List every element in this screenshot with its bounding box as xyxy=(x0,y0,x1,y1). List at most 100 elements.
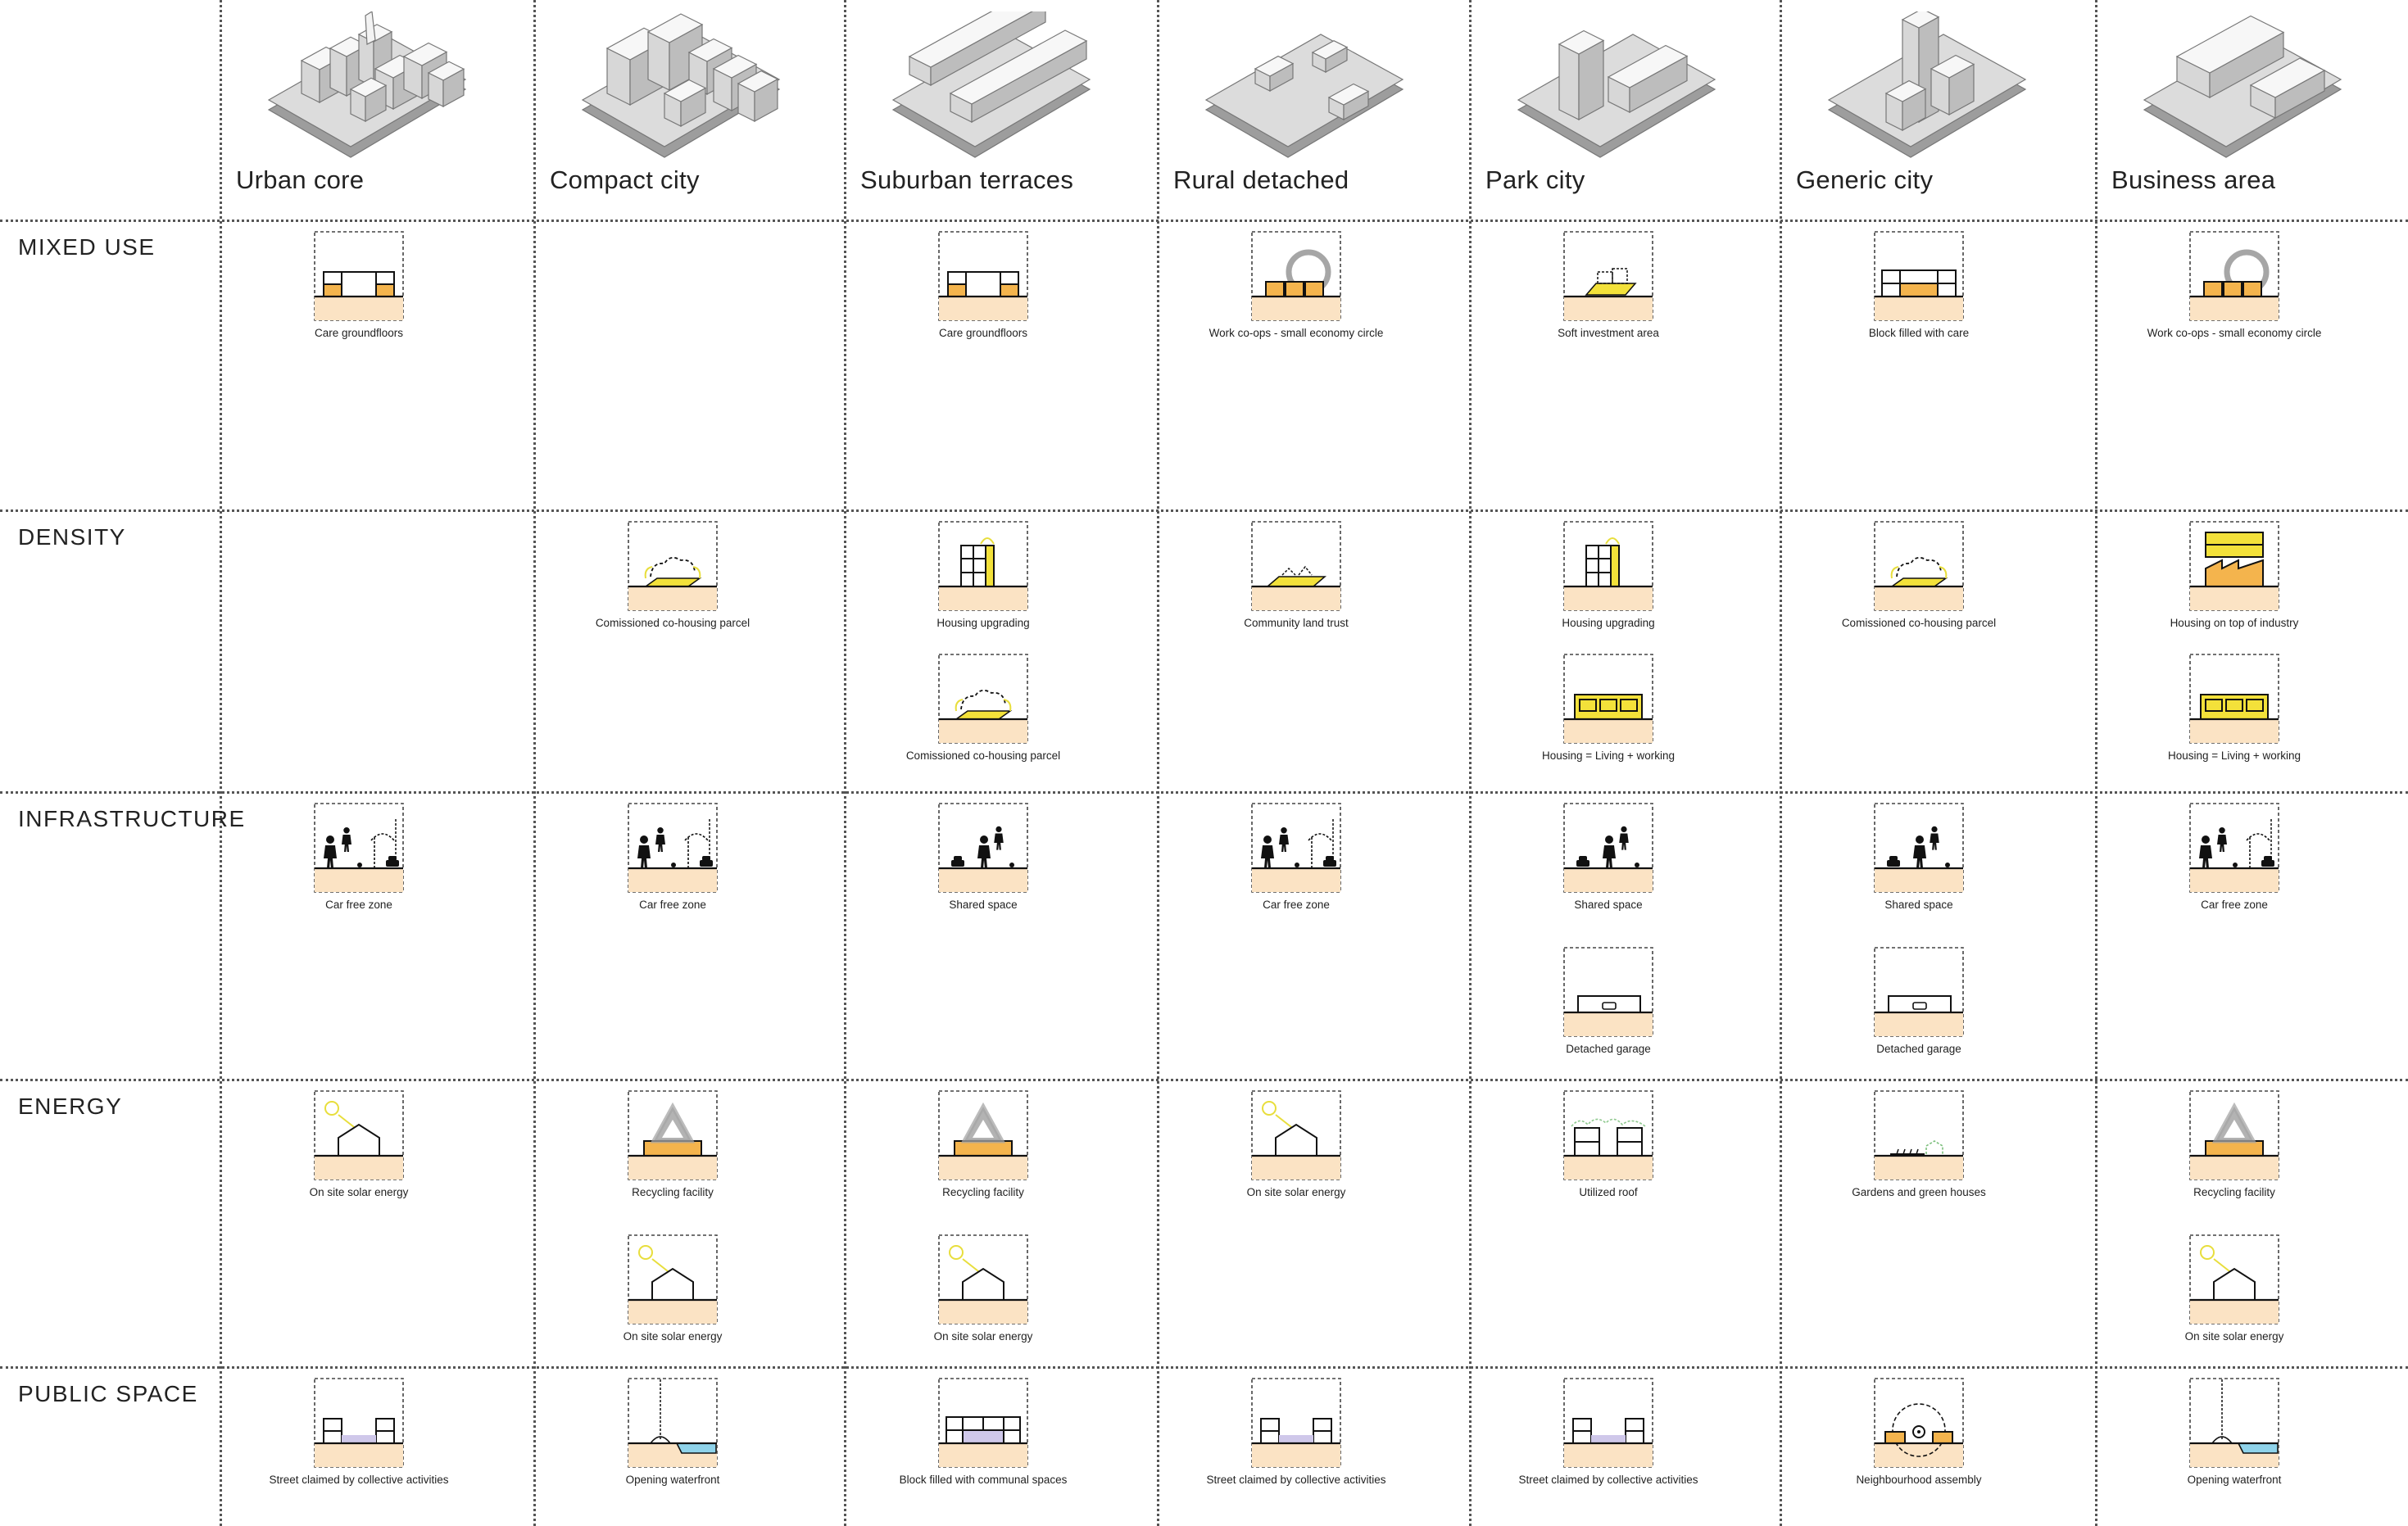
strategy-label: On site solar energy xyxy=(933,1330,1033,1343)
row-label-density: DENSITY xyxy=(18,524,126,550)
strategy-label: Detached garage xyxy=(1876,1043,1961,1055)
work-coops-icon xyxy=(2189,231,2279,321)
car-free-zone-icon xyxy=(314,803,404,893)
column-header-suburban-terraces: Suburban terraces xyxy=(844,0,1155,215)
strategy-cell-block-communal: Block filled with communal spaces xyxy=(885,1378,1082,1487)
column-title: Business area xyxy=(2111,165,2276,194)
strategy-cell-solar-energy: On site solar energy xyxy=(574,1234,771,1343)
strategy-cell-utilized-roof: Utilized roof xyxy=(1510,1090,1707,1199)
row-label-public-space: PUBLIC SPACE xyxy=(18,1381,198,1406)
soft-investment-icon xyxy=(1563,231,1653,321)
business-area-model-icon xyxy=(2143,15,2342,158)
strategy-cell-solar-energy: On site solar energy xyxy=(2136,1234,2333,1343)
waterfront-icon xyxy=(628,1378,718,1468)
strategy-cell-work-coops: Work co-ops - small economy circle xyxy=(1198,231,1394,340)
strategy-label: Detached garage xyxy=(1566,1043,1651,1055)
living-working-icon xyxy=(1563,654,1653,744)
column-divider xyxy=(533,0,536,1526)
column-divider xyxy=(220,0,222,1526)
strategy-cell-waterfront: Opening waterfront xyxy=(2136,1378,2333,1487)
street-claimed-icon xyxy=(314,1378,404,1468)
strategy-label: Comissioned co-housing parcel xyxy=(1841,617,1997,629)
strategy-cell-housing-upgrading: Housing upgrading xyxy=(885,521,1082,630)
generic-city-model-icon xyxy=(1827,11,2027,158)
row-label-energy: ENERGY xyxy=(18,1094,123,1119)
solar-energy-icon xyxy=(2189,1234,2279,1324)
rural-detached-model-icon xyxy=(1204,34,1404,158)
recycling-icon xyxy=(938,1090,1028,1180)
strategy-label: Housing = Living + working xyxy=(2167,749,2301,762)
detached-garage-icon xyxy=(1874,947,1964,1037)
strategy-label: Block filled with communal spaces xyxy=(899,1474,1068,1486)
detached-garage-icon xyxy=(1563,947,1653,1037)
cohousing-parcel-icon xyxy=(938,654,1028,744)
urban-core-model-icon xyxy=(267,11,467,158)
housing-industry-icon xyxy=(2189,521,2279,611)
strategy-label: Shared space xyxy=(1884,899,1953,911)
neighbourhood-assembly-icon xyxy=(1874,1378,1964,1468)
row-divider xyxy=(0,1079,2408,1081)
work-coops-icon xyxy=(1251,231,1341,321)
column-title: Rural detached xyxy=(1173,165,1349,194)
recycling-icon xyxy=(2189,1090,2279,1180)
strategy-cell-street-claimed: Street claimed by collective activities xyxy=(1198,1378,1394,1487)
shared-space-icon xyxy=(1563,803,1653,893)
street-claimed-icon xyxy=(1251,1378,1341,1468)
column-header-rural-detached: Rural detached xyxy=(1157,0,1468,215)
strategy-cell-car-free-zone: Car free zone xyxy=(2136,803,2333,912)
row-divider xyxy=(0,220,2408,222)
strategy-cell-solar-energy: On site solar energy xyxy=(885,1234,1082,1343)
strategy-cell-recycling: Recycling facility xyxy=(885,1090,1082,1199)
column-header-urban-core: Urban core xyxy=(220,0,531,215)
strategy-cell-shared-space: Shared space xyxy=(1510,803,1707,912)
column-divider xyxy=(844,0,846,1526)
strategy-label: Street claimed by collective activities xyxy=(1206,1474,1386,1486)
strategy-cell-living-working: Housing = Living + working xyxy=(2136,654,2333,763)
strategy-cell-soft-investment: Soft investment area xyxy=(1510,231,1707,340)
column-divider xyxy=(1469,0,1472,1526)
column-header-business-area: Business area xyxy=(2095,0,2406,215)
strategy-label: Shared space xyxy=(1574,899,1643,911)
car-free-zone-icon xyxy=(628,803,718,893)
strategy-cell-work-coops: Work co-ops - small economy circle xyxy=(2136,231,2333,340)
column-header-compact-city: Compact city xyxy=(533,0,845,215)
cohousing-parcel-icon xyxy=(628,521,718,611)
column-divider xyxy=(2095,0,2097,1526)
strategy-label: Care groundfloors xyxy=(314,327,404,339)
cohousing-parcel-icon xyxy=(1874,521,1964,611)
strategy-label: Comissioned co-housing parcel xyxy=(905,749,1061,762)
strategy-label: Car free zone xyxy=(1263,899,1330,911)
strategy-cell-car-free-zone: Car free zone xyxy=(1198,803,1394,912)
strategy-label: Opening waterfront xyxy=(625,1474,720,1486)
strategy-cell-cohousing-parcel: Comissioned co-housing parcel xyxy=(574,521,771,630)
strategy-label: Street claimed by collective activities xyxy=(1518,1474,1698,1486)
strategy-label: Gardens and green houses xyxy=(1852,1186,1986,1198)
strategy-label: Community land trust xyxy=(1244,617,1349,629)
column-header-generic-city: Generic city xyxy=(1780,0,2091,215)
strategy-label: Recycling facility xyxy=(632,1186,714,1198)
strategy-cell-neighbourhood-assembly: Neighbourhood assembly xyxy=(1821,1378,2017,1487)
strategy-cell-care-groundfloors: Care groundfloors xyxy=(885,231,1082,340)
strategy-cell-street-claimed: Street claimed by collective activities xyxy=(1510,1378,1707,1487)
row-divider xyxy=(0,1366,2408,1369)
strategy-label: On site solar energy xyxy=(623,1330,723,1343)
column-title: Suburban terraces xyxy=(860,165,1074,194)
strategy-cell-detached-garage: Detached garage xyxy=(1821,947,2017,1056)
strategy-cell-care-groundfloors: Care groundfloors xyxy=(261,231,457,340)
strategy-label: Work co-ops - small economy circle xyxy=(1209,327,1384,339)
strategy-label: Care groundfloors xyxy=(938,327,1028,339)
strategy-cell-gardens: Gardens and green houses xyxy=(1821,1090,2017,1199)
strategy-label: Street claimed by collective activities xyxy=(269,1474,449,1486)
block-filled-care-icon xyxy=(1874,231,1964,321)
strategy-cell-recycling: Recycling facility xyxy=(574,1090,771,1199)
strategy-label: Car free zone xyxy=(325,899,392,911)
column-title: Urban core xyxy=(236,165,365,194)
strategy-label: Opening waterfront xyxy=(2187,1474,2282,1486)
row-divider xyxy=(0,791,2408,794)
strategy-label: Housing upgrading xyxy=(1562,617,1655,629)
strategy-matrix: MIXED USE DENSITY INFRASTRUCTURE ENERGY PUBL… xyxy=(0,0,2408,1526)
strategy-label: Car free zone xyxy=(2201,899,2268,911)
column-header-park-city: Park city xyxy=(1469,0,1780,215)
care-groundfloors-icon xyxy=(314,231,404,321)
strategy-label: Shared space xyxy=(949,899,1018,911)
